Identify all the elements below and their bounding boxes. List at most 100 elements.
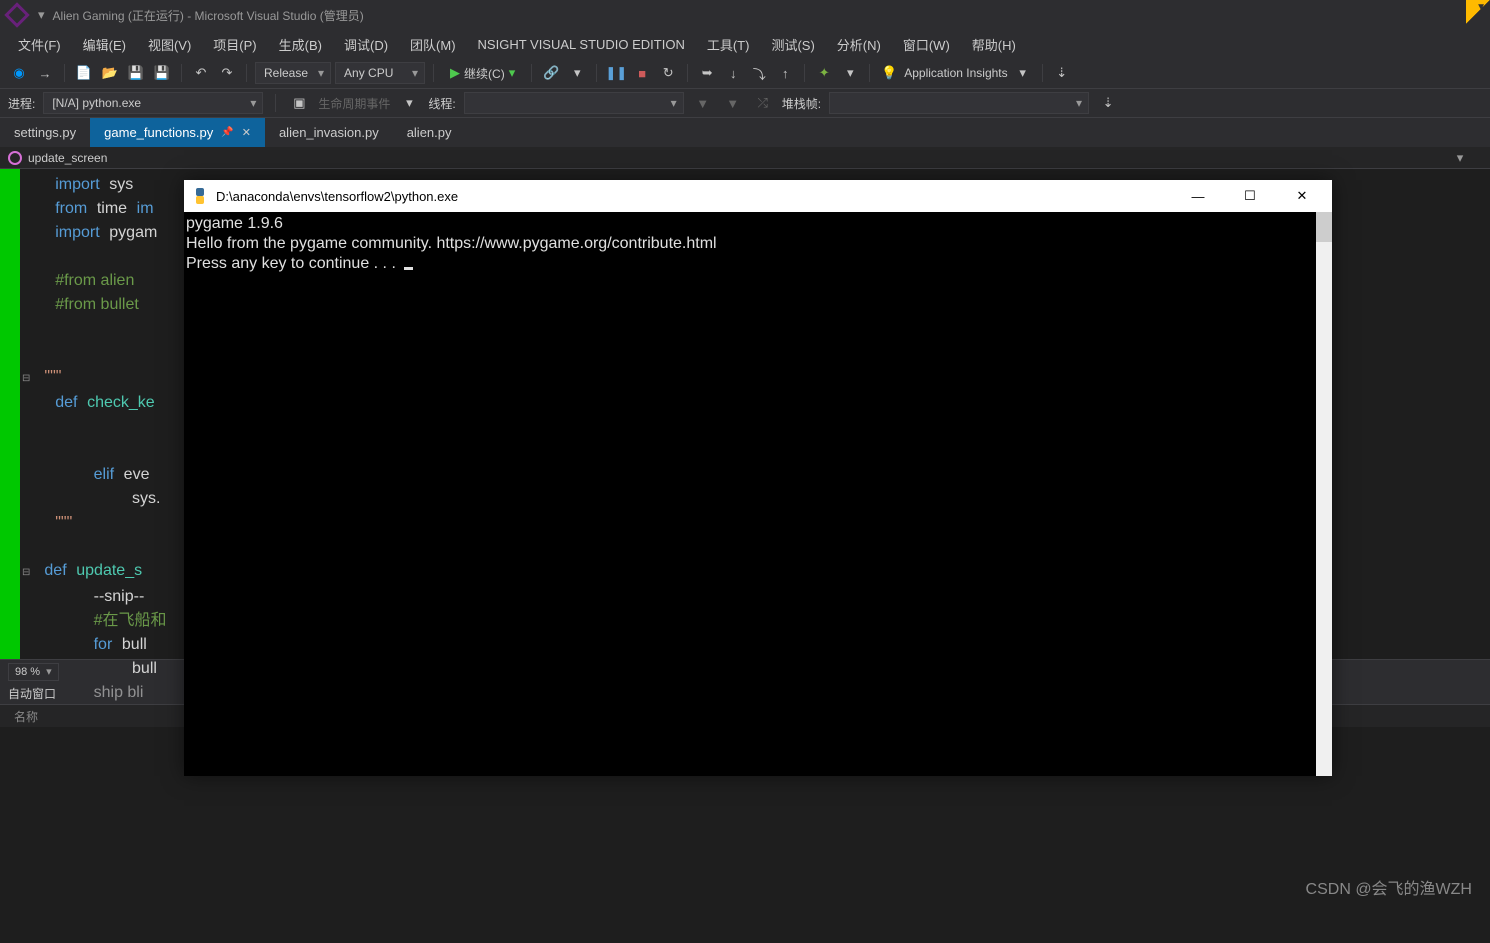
minimize-button[interactable]: — xyxy=(1176,181,1220,211)
document-tabbar: settings.py game_functions.py 📌 ✕ alien_in… xyxy=(0,118,1490,147)
nav-back-button[interactable]: ◉ xyxy=(8,62,30,84)
menu-debug[interactable]: 调试(D) xyxy=(334,31,398,58)
menu-view[interactable]: 视图(V) xyxy=(138,31,201,58)
pin-icon[interactable]: 📌 xyxy=(221,127,233,138)
dropdown-arrow[interactable]: ▾ xyxy=(839,62,861,84)
debug-location-toolbar: 进程: [N/A] python.exe ▣ 生命周期事件 ▾ 线程: ▼ ▼ … xyxy=(0,89,1490,118)
dropdown-arrow[interactable]: ▾ xyxy=(1452,150,1468,166)
editor-gutter xyxy=(20,169,36,659)
window-title: Alien Gaming (正在运行) - Microsoft Visual S… xyxy=(53,7,364,24)
zoom-dropdown[interactable]: 98 % xyxy=(8,663,59,681)
tab-label: settings.py xyxy=(14,125,76,140)
separator xyxy=(275,94,276,112)
separator xyxy=(433,64,434,82)
thread-dropdown[interactable] xyxy=(464,92,684,114)
menu-file[interactable]: 文件(F) xyxy=(8,31,71,58)
dropdown-arrow[interactable]: ▾ xyxy=(1012,62,1034,84)
tab-label: alien_invasion.py xyxy=(279,125,379,140)
new-project-button[interactable]: 📄 xyxy=(73,62,95,84)
console-window: D:\anaconda\envs\tensorflow2\python.exe … xyxy=(184,180,1332,776)
member-icon xyxy=(8,151,22,165)
save-all-button[interactable]: 💾 xyxy=(151,62,173,84)
tab-label: game_functions.py xyxy=(104,125,213,140)
shuffle-icon[interactable]: ⤮ xyxy=(752,92,774,114)
open-button[interactable]: 📂 xyxy=(99,62,121,84)
browser-link-button[interactable]: 🔗 xyxy=(540,62,562,84)
restart-button[interactable]: ↻ xyxy=(657,62,679,84)
continue-label: 继续(C) xyxy=(464,65,505,82)
menu-test[interactable]: 测试(S) xyxy=(761,31,824,58)
overflow-button[interactable]: ⇣ xyxy=(1051,62,1073,84)
stop-debug-button[interactable]: ■ xyxy=(631,62,653,84)
tab-settings[interactable]: settings.py xyxy=(0,118,90,147)
tab-game-functions[interactable]: game_functions.py 📌 ✕ xyxy=(90,118,265,147)
step-over-button[interactable]: ⤵ xyxy=(748,62,770,84)
stackframe-dropdown[interactable] xyxy=(829,92,1089,114)
tab-alien-invasion[interactable]: alien_invasion.py xyxy=(265,118,393,147)
platform-dropdown[interactable]: Any CPU xyxy=(335,62,425,84)
menu-help[interactable]: 帮助(H) xyxy=(962,31,1026,58)
redo-button[interactable]: ↷ xyxy=(216,62,238,84)
separator xyxy=(64,64,65,82)
application-insights-button[interactable]: Application Insights xyxy=(904,66,1007,80)
notification-flag-icon[interactable] xyxy=(1466,0,1490,24)
separator xyxy=(596,64,597,82)
console-body[interactable]: pygame 1.9.6 Hello from the pygame commu… xyxy=(184,212,1332,776)
lifecycle-events-icon[interactable]: ▣ xyxy=(288,92,310,114)
step-into-button[interactable]: ↓ xyxy=(722,62,744,84)
menu-tools[interactable]: 工具(T) xyxy=(697,31,760,58)
close-button[interactable]: ✕ xyxy=(1280,181,1324,211)
close-icon[interactable]: ✕ xyxy=(242,126,251,139)
console-scrollbar[interactable] xyxy=(1316,212,1332,776)
main-menubar: 文件(F) 编辑(E) 视图(V) 项目(P) 生成(B) 调试(D) 团队(M… xyxy=(0,30,1490,58)
thread-label: 线程: xyxy=(428,95,455,112)
navigation-bar: update_screen ▾ xyxy=(0,147,1490,169)
thread-filter-icon[interactable]: ▼ xyxy=(722,92,744,114)
console-line: Press any key to continue . . . xyxy=(186,255,400,272)
tab-label: alien.py xyxy=(407,125,452,140)
nav-forward-button[interactable]: → xyxy=(34,62,56,84)
process-dropdown[interactable]: [N/A] python.exe xyxy=(43,92,263,114)
insights-bulb-icon: 💡 xyxy=(878,62,900,84)
menu-build[interactable]: 生成(B) xyxy=(269,31,332,58)
console-line: pygame 1.9.6 xyxy=(186,215,283,232)
step-out-button[interactable]: ↑ xyxy=(774,62,796,84)
vs-logo-icon xyxy=(4,2,29,27)
show-next-statement-button[interactable]: ➥ xyxy=(696,62,718,84)
tab-alien[interactable]: alien.py xyxy=(393,118,466,147)
menu-window[interactable]: 窗口(W) xyxy=(893,31,960,58)
separator xyxy=(1042,64,1043,82)
change-margin xyxy=(0,169,20,659)
stackframe-label: 堆栈帧: xyxy=(782,95,821,112)
dropdown-arrow[interactable]: ▾ xyxy=(566,62,588,84)
separator xyxy=(687,64,688,82)
separator xyxy=(804,64,805,82)
lifecycle-label: 生命周期事件 xyxy=(318,95,390,112)
console-line: Hello from the pygame community. https:/… xyxy=(186,235,717,252)
console-titlebar[interactable]: D:\anaconda\envs\tensorflow2\python.exe … xyxy=(184,180,1332,212)
member-dropdown[interactable]: update_screen xyxy=(28,151,1452,165)
titlebar-menu-caret[interactable]: ▾ xyxy=(38,7,45,23)
overflow-button[interactable]: ⇣ xyxy=(1097,92,1119,114)
save-button[interactable]: 💾 xyxy=(125,62,147,84)
configuration-dropdown[interactable]: Release xyxy=(255,62,331,84)
pause-button[interactable]: ❚❚ xyxy=(605,62,627,84)
nsight-button[interactable]: ✦ xyxy=(813,62,835,84)
separator xyxy=(531,64,532,82)
menu-project[interactable]: 项目(P) xyxy=(203,31,266,58)
undo-button[interactable]: ↶ xyxy=(190,62,212,84)
python-icon xyxy=(192,188,208,204)
dropdown-arrow[interactable]: ▾ xyxy=(398,92,420,114)
continue-button[interactable]: ▶ 继续(C) ▾ xyxy=(442,62,523,84)
maximize-button[interactable]: ☐ xyxy=(1228,181,1272,211)
main-toolbar: ◉ → 📄 📂 💾 💾 ↶ ↷ Release Any CPU ▶ 继续(C) … xyxy=(0,58,1490,89)
menu-edit[interactable]: 编辑(E) xyxy=(73,31,136,58)
scrollbar-thumb[interactable] xyxy=(1316,212,1332,242)
menu-nsight[interactable]: NSIGHT VISUAL STUDIO EDITION xyxy=(468,33,695,56)
window-titlebar: ▾ Alien Gaming (正在运行) - Microsoft Visual… xyxy=(0,0,1490,30)
thread-flag-icon[interactable]: ▼ xyxy=(692,92,714,114)
cursor xyxy=(404,267,413,270)
menu-analyze[interactable]: 分析(N) xyxy=(827,31,891,58)
menu-team[interactable]: 团队(M) xyxy=(400,31,466,58)
console-title: D:\anaconda\envs\tensorflow2\python.exe xyxy=(216,189,1168,204)
